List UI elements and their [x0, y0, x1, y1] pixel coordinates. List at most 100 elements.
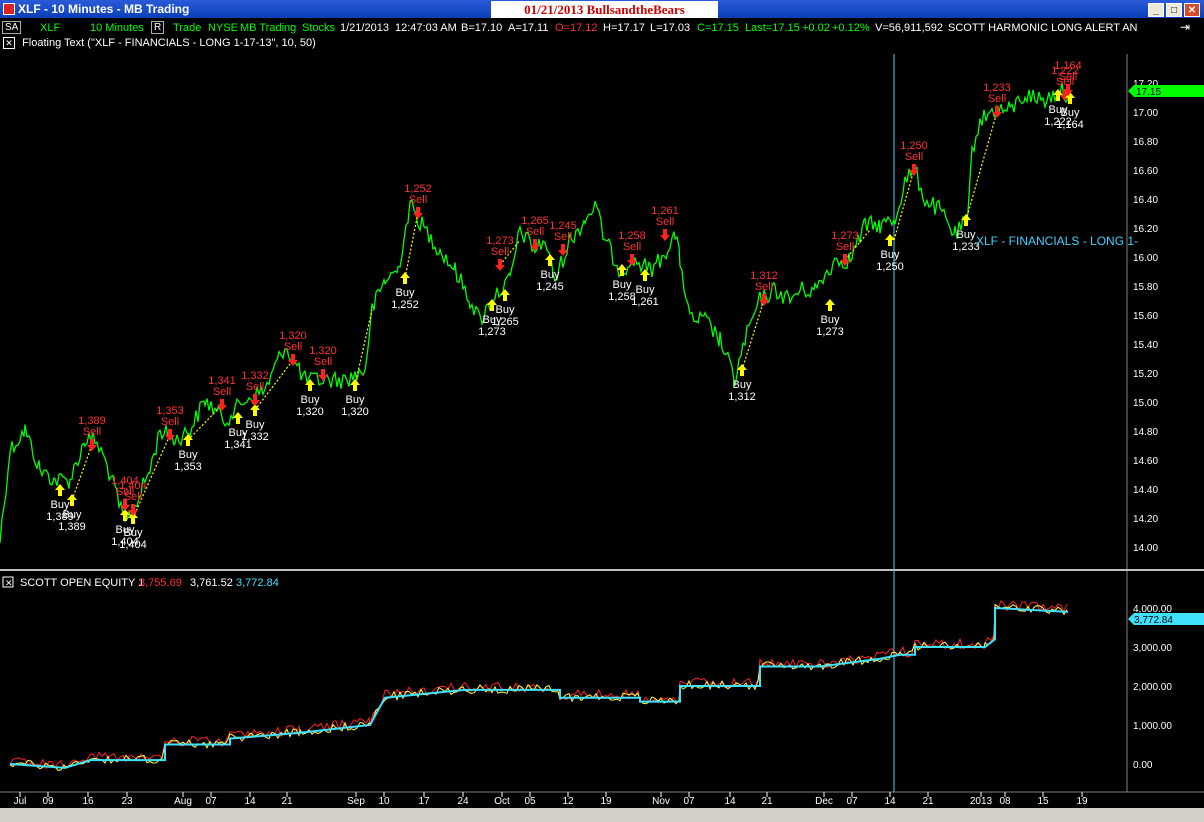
- sell-number: 1,320: [279, 330, 307, 342]
- equity-name: SCOTT OPEN EQUITY 1: [20, 577, 144, 589]
- buy-marker: Buy1,252: [391, 272, 419, 311]
- buy-label: Buy: [957, 229, 976, 241]
- price-tick-label: 16.00: [1133, 253, 1158, 264]
- sell-marker: Sell1,320: [309, 345, 337, 381]
- sell-number: 1,261: [651, 205, 679, 217]
- buy-marker: Buy1,332: [241, 404, 269, 443]
- price-tick-label: 15.20: [1133, 369, 1158, 380]
- sell-number: 1,389: [78, 415, 106, 427]
- sell-marker: Sell1,265: [521, 215, 549, 251]
- buy-label: Buy: [821, 314, 840, 326]
- buy-marker: Buy1,320: [341, 379, 369, 418]
- sell-label: Sell: [623, 241, 641, 253]
- buy-number: 1,261: [631, 296, 659, 308]
- sell-number: 1,341: [208, 375, 236, 387]
- buy-number: 1,252: [391, 299, 419, 311]
- equity-tick-label: 2,000.00: [1133, 682, 1172, 693]
- chart-canvas[interactable]: 17.2017.0016.8016.6016.4016.2016.0015.80…: [0, 0, 1204, 808]
- buy-label: Buy: [613, 279, 632, 291]
- x-tick-label: 07: [846, 796, 858, 807]
- price-tick-label: 15.40: [1133, 340, 1158, 351]
- trade-link: [71, 444, 93, 501]
- sell-label: Sell: [491, 246, 509, 258]
- equity-tick-label: 0.00: [1133, 760, 1153, 771]
- buy-arrow: [825, 299, 835, 311]
- price-tick-label: 16.40: [1133, 195, 1158, 206]
- sell-arrow: [318, 369, 328, 381]
- sell-arrow: [660, 229, 670, 241]
- sell-label: Sell: [755, 281, 773, 293]
- buy-number: 1,320: [296, 406, 324, 418]
- sell-marker: Sell1,312: [750, 270, 778, 306]
- price-tick-label: 15.00: [1133, 398, 1158, 409]
- sell-label: Sell: [656, 216, 674, 228]
- price-tick-label: 16.80: [1133, 137, 1158, 148]
- price-tick-label: 15.60: [1133, 311, 1158, 322]
- sell-number: 1,404: [119, 480, 147, 492]
- equity-value-2: 3,761.52: [190, 577, 233, 589]
- x-tick-label: 09: [42, 796, 54, 807]
- sell-label: Sell: [1059, 71, 1077, 83]
- sell-number: 1,332: [241, 370, 269, 382]
- sell-number: 1,233: [983, 82, 1011, 94]
- x-tick-label: Sep: [347, 796, 365, 807]
- buy-label: Buy: [733, 379, 752, 391]
- equity-value-1: 3,755.69: [139, 577, 182, 589]
- sell-arrow: [87, 439, 97, 451]
- equity-badge-text: 3,772.84: [1134, 615, 1173, 626]
- sell-label: Sell: [905, 151, 923, 163]
- sell-number: 1,164: [1054, 60, 1082, 72]
- x-tick-label: 07: [205, 796, 217, 807]
- trade-link: [741, 299, 765, 371]
- sell-label: Sell: [988, 93, 1006, 105]
- buy-label: Buy: [1061, 107, 1080, 119]
- sell-number: 1,250: [900, 140, 928, 152]
- sell-number: 1,273: [831, 230, 859, 242]
- buy-arrow: [400, 272, 410, 284]
- x-tick-label: Dec: [815, 796, 833, 807]
- last-price-text: 17.15: [1136, 87, 1161, 98]
- horizontal-scrollbar[interactable]: [0, 808, 1204, 822]
- x-tick-label: Jul: [14, 796, 27, 807]
- buy-number: 1,353: [174, 461, 202, 473]
- sell-marker: Sell1,233: [983, 82, 1011, 118]
- equity-value-3: 3,772.84: [236, 577, 279, 589]
- buy-arrow: [500, 289, 510, 301]
- buy-number: 1,320: [341, 406, 369, 418]
- buy-arrow: [350, 379, 360, 391]
- trade-link: [404, 212, 419, 279]
- x-tick-label: 14: [724, 796, 736, 807]
- x-tick-label: 24: [457, 796, 469, 807]
- buy-marker: Buy1,261: [631, 269, 659, 308]
- close-equity-glyph: ✕: [5, 578, 13, 588]
- x-tick-label: 14: [244, 796, 256, 807]
- buy-number: 1,273: [816, 326, 844, 338]
- price-tick-label: 15.80: [1133, 282, 1158, 293]
- buy-marker: Buy1,273: [816, 299, 844, 338]
- sell-number: 1,258: [618, 230, 646, 242]
- sell-label: Sell: [554, 231, 572, 243]
- x-tick-label: 21: [281, 796, 293, 807]
- buy-label: Buy: [179, 449, 198, 461]
- x-tick-label: 12: [562, 796, 574, 807]
- x-tick-label: 2013: [970, 796, 993, 807]
- sell-number: 1,312: [750, 270, 778, 282]
- sell-marker: Sell1,353: [156, 405, 184, 441]
- x-tick-label: Aug: [174, 796, 192, 807]
- buy-label: Buy: [124, 527, 143, 539]
- buy-number: 1,245: [536, 281, 564, 293]
- sell-label: Sell: [83, 426, 101, 438]
- x-tick-label: 08: [999, 796, 1011, 807]
- x-tick-label: 21: [761, 796, 773, 807]
- x-tick-label: 19: [1076, 796, 1088, 807]
- sell-number: 1,320: [309, 345, 337, 357]
- buy-label: Buy: [301, 394, 320, 406]
- buy-label: Buy: [541, 269, 560, 281]
- x-tick-label: 07: [683, 796, 695, 807]
- sell-marker: Sell1,258: [618, 230, 646, 266]
- sell-label: Sell: [409, 194, 427, 206]
- buy-arrow: [233, 412, 243, 424]
- x-tick-label: 15: [1037, 796, 1049, 807]
- buy-number: 1,250: [876, 261, 904, 273]
- buy-label: Buy: [346, 394, 365, 406]
